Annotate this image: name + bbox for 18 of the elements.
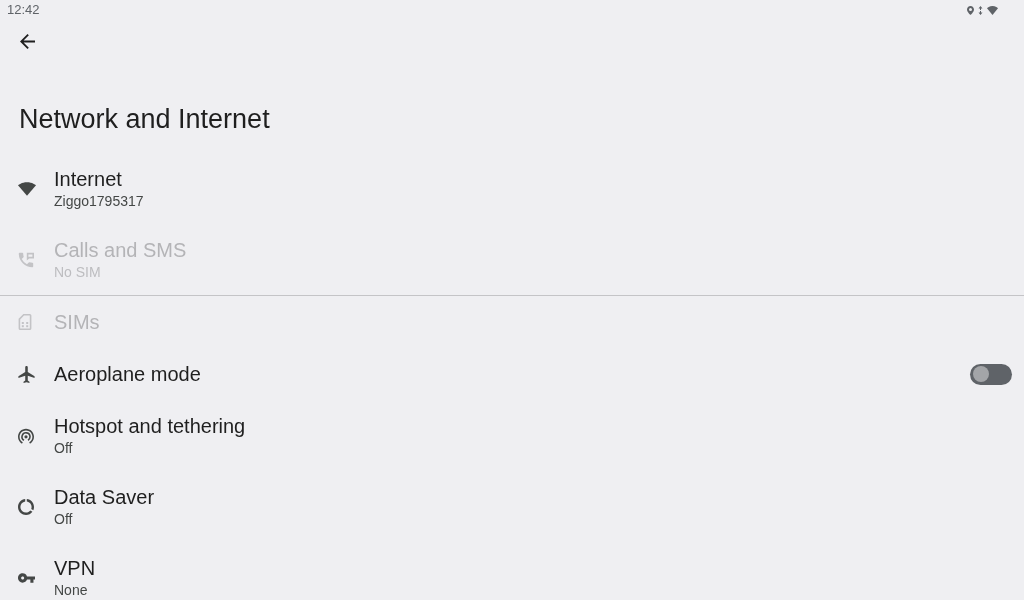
status-time: 12:42 bbox=[7, 1, 40, 19]
setting-summary: Ziggo1795317 bbox=[54, 191, 144, 211]
setting-summary: Off bbox=[54, 438, 73, 458]
setting-title: Calls and SMS bbox=[54, 237, 187, 262]
setting-title[interactable]: Internet bbox=[54, 166, 122, 191]
setting-summary: None bbox=[54, 580, 88, 600]
setting-title[interactable]: Hotspot and tethering bbox=[54, 413, 246, 438]
page-title: Network and Internet bbox=[19, 103, 271, 135]
setting-title: SIMs bbox=[54, 310, 100, 334]
back-arrow-icon bbox=[19, 33, 35, 49]
setting-title[interactable]: Data Saver bbox=[54, 484, 155, 509]
wifi-icon bbox=[987, 5, 998, 15]
setting-summary: Off bbox=[54, 509, 73, 529]
setting-title[interactable]: Aeroplane mode bbox=[54, 362, 201, 386]
location-pin-icon bbox=[967, 5, 974, 15]
setting-title[interactable]: VPN bbox=[54, 555, 96, 580]
toggle-switch[interactable] bbox=[970, 363, 1012, 385]
up-down-arrows-icon bbox=[978, 5, 983, 15]
